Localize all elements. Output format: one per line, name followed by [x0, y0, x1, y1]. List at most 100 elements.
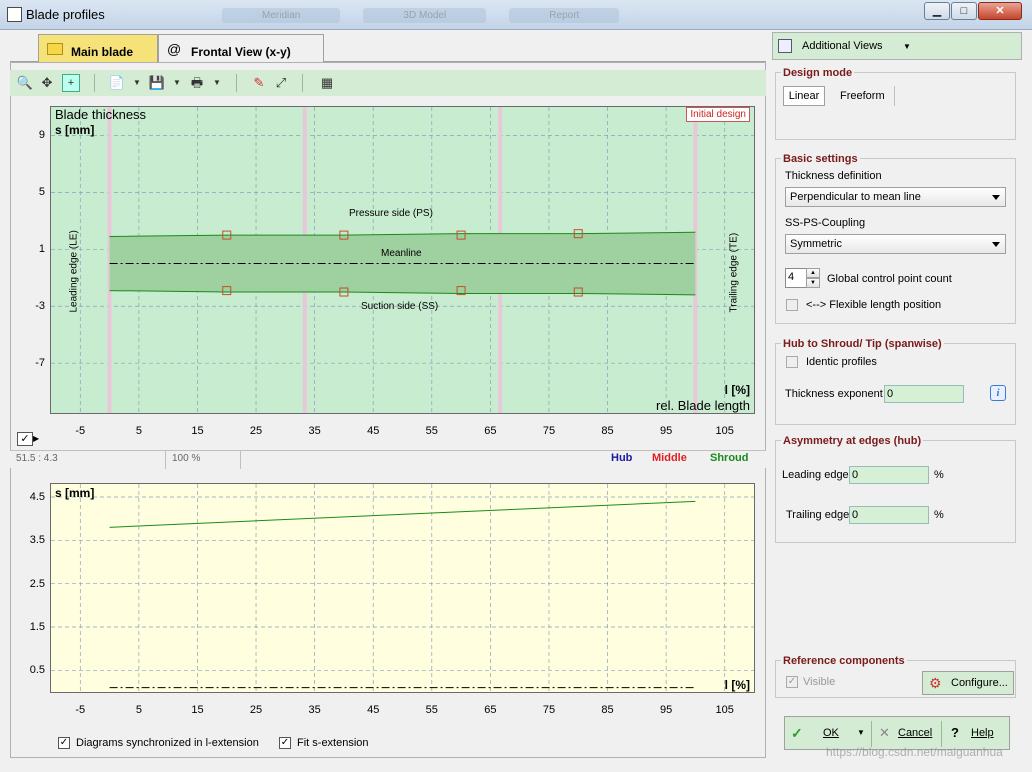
- tab-frontal-view[interactable]: @ Frontal View (x-y): [158, 34, 324, 62]
- maximize-button[interactable]: □: [951, 2, 977, 20]
- pressure-side-label: Pressure side (PS): [349, 208, 433, 219]
- palette-icon[interactable]: ▦: [318, 74, 336, 92]
- chevron-down-icon[interactable]: ▼: [128, 74, 146, 92]
- chevron-down-icon[interactable]: ▼: [857, 728, 865, 737]
- zoom-in-icon[interactable]: +: [62, 74, 80, 92]
- x-tick-label: 75: [542, 704, 556, 716]
- blade-thickness-plot[interactable]: [51, 107, 754, 413]
- thickness-definition-label: Thickness definition: [785, 170, 882, 182]
- ghost-tab: Report: [509, 8, 620, 23]
- x-tick-label: 55: [425, 425, 438, 437]
- x-tick-label: 65: [484, 425, 497, 437]
- watermark-text: https://blog.csdn.net/maiguanhua: [826, 745, 1003, 759]
- expand-icon[interactable]: ⤢: [272, 74, 290, 92]
- ghost-tab: 3D Model: [363, 8, 487, 23]
- identic-profiles-checkbox[interactable]: [786, 356, 798, 368]
- y-tick-label: 2.5: [29, 577, 45, 590]
- select-value: Symmetric: [790, 238, 842, 250]
- tab-bar: Main blade @ Frontal View (x-y): [10, 32, 766, 62]
- y-tick-label: 0.5: [29, 664, 45, 677]
- background-window-tabs: Meridian 3D Model Report: [222, 8, 682, 28]
- y-tick-label: 9: [38, 129, 45, 142]
- thickness-exponent-label: Thickness exponent: [785, 388, 883, 400]
- pan-icon[interactable]: ✥: [38, 74, 56, 92]
- ok-button[interactable]: OK: [823, 727, 839, 739]
- stepper-down-button[interactable]: ▼: [806, 278, 820, 288]
- fit-s-extension-label: Fit s-extension: [297, 737, 369, 749]
- design-mode-linear-tab[interactable]: Linear: [783, 86, 825, 106]
- flexible-length-checkbox[interactable]: [786, 299, 798, 311]
- design-mode-title: Design mode: [781, 67, 855, 79]
- basic-settings-title: Basic settings: [781, 153, 860, 165]
- x-tick-label: 35: [308, 704, 321, 716]
- fit-s-extension-checkbox[interactable]: ✓: [279, 737, 291, 749]
- suction-side-label: Suction side (SS): [361, 301, 439, 312]
- sync-diagrams-checkbox[interactable]: ✓: [58, 737, 70, 749]
- coordinates-readout: 51.5 : 4.3: [16, 453, 58, 464]
- y-axis-label: s [mm]: [55, 486, 95, 500]
- x-axis-label: rel. Blade length: [656, 398, 750, 413]
- x-tick-label: 25: [249, 704, 263, 716]
- design-mode-freeform-tab[interactable]: Freeform: [840, 90, 885, 102]
- info-icon[interactable]: i: [990, 385, 1006, 401]
- x-tick-label: -5: [75, 425, 86, 437]
- design-mode-group: [775, 72, 1016, 140]
- help-button[interactable]: Help: [971, 727, 994, 739]
- ss-ps-coupling-select[interactable]: Symmetric: [785, 234, 1006, 254]
- y-tick-label: 5: [38, 186, 45, 199]
- thickness-distribution-plot[interactable]: [51, 484, 754, 692]
- thickness-definition-select[interactable]: Perpendicular to mean line: [785, 187, 1006, 207]
- y-tick-label: 3.5: [29, 534, 45, 547]
- y-tick-label: 4.5: [29, 491, 45, 503]
- control-point-count-input[interactable]: 4: [785, 268, 807, 288]
- control-point-count-label: Global control point count: [827, 273, 952, 285]
- x-tick-label: 105: [715, 704, 734, 716]
- zoom-icon[interactable]: 🔍: [16, 74, 34, 92]
- print-icon[interactable]: 🖶: [188, 74, 206, 92]
- chevron-right-icon[interactable]: ▶: [33, 434, 39, 443]
- x-tick-label: 35: [308, 425, 321, 437]
- x-tick-label: 55: [425, 704, 438, 716]
- x-tick-label: 65: [484, 704, 497, 716]
- x-tick-label: 85: [601, 425, 614, 437]
- blade-thickness-chart[interactable]: Blade thickness s [mm] Initial design l …: [50, 106, 755, 414]
- save-icon[interactable]: 💾: [148, 74, 166, 92]
- chevron-down-icon[interactable]: ▼: [168, 74, 186, 92]
- x-tick-label: -5: [75, 704, 86, 716]
- tab-main-blade[interactable]: Main blade: [38, 34, 158, 62]
- reference-visible-checkbox[interactable]: ✓: [786, 676, 798, 688]
- diagram-options-checkbox[interactable]: ✓: [17, 432, 33, 446]
- window-title: Blade profiles: [26, 7, 105, 22]
- help-question-icon: ?: [951, 725, 959, 740]
- close-button[interactable]: ✕: [978, 2, 1022, 20]
- reference-visible-label: Visible: [803, 676, 836, 688]
- minimize-button[interactable]: ▁: [924, 2, 950, 20]
- identic-profiles-label: Identic profiles: [806, 356, 877, 368]
- chevron-down-icon[interactable]: ▼: [208, 74, 226, 92]
- leading-edge-asym-input[interactable]: 0: [849, 466, 929, 484]
- stepper-up-button[interactable]: ▲: [806, 268, 820, 278]
- curve-edit-icon[interactable]: ✎: [250, 74, 268, 92]
- check-icon: ✓: [791, 725, 803, 741]
- x-tick-label: 95: [660, 425, 673, 437]
- legend-middle: Middle: [652, 452, 687, 464]
- x-tick-label: 75: [542, 425, 556, 437]
- x-tick-label: 5: [135, 425, 142, 437]
- export-icon[interactable]: 📄: [108, 74, 126, 92]
- cancel-button[interactable]: Cancel: [898, 727, 932, 739]
- y-axis-label: s [mm]: [55, 123, 95, 137]
- tab-label: Main blade: [71, 45, 134, 59]
- legend-hub: Hub: [611, 452, 633, 464]
- trailing-edge-asym-input[interactable]: 0: [849, 506, 929, 524]
- trailing-edge-label: Trailing edge (TE): [728, 232, 740, 313]
- title-bar: Blade profiles Meridian 3D Model Report …: [0, 0, 1032, 30]
- thickness-exponent-input[interactable]: 0: [884, 385, 964, 403]
- y-tick-label: -7: [35, 357, 45, 370]
- trailing-edge-asym-label: Trailing edge: [786, 509, 850, 521]
- thickness-distribution-chart[interactable]: s [mm] l [%]: [50, 483, 755, 693]
- folder-icon: [47, 43, 63, 55]
- y-tick-label: -3: [35, 300, 45, 313]
- additional-views-button[interactable]: Additional Views ▼: [772, 32, 1022, 60]
- asymmetry-group: [775, 440, 1016, 543]
- configure-button[interactable]: ⚙ Configure...: [922, 671, 1014, 695]
